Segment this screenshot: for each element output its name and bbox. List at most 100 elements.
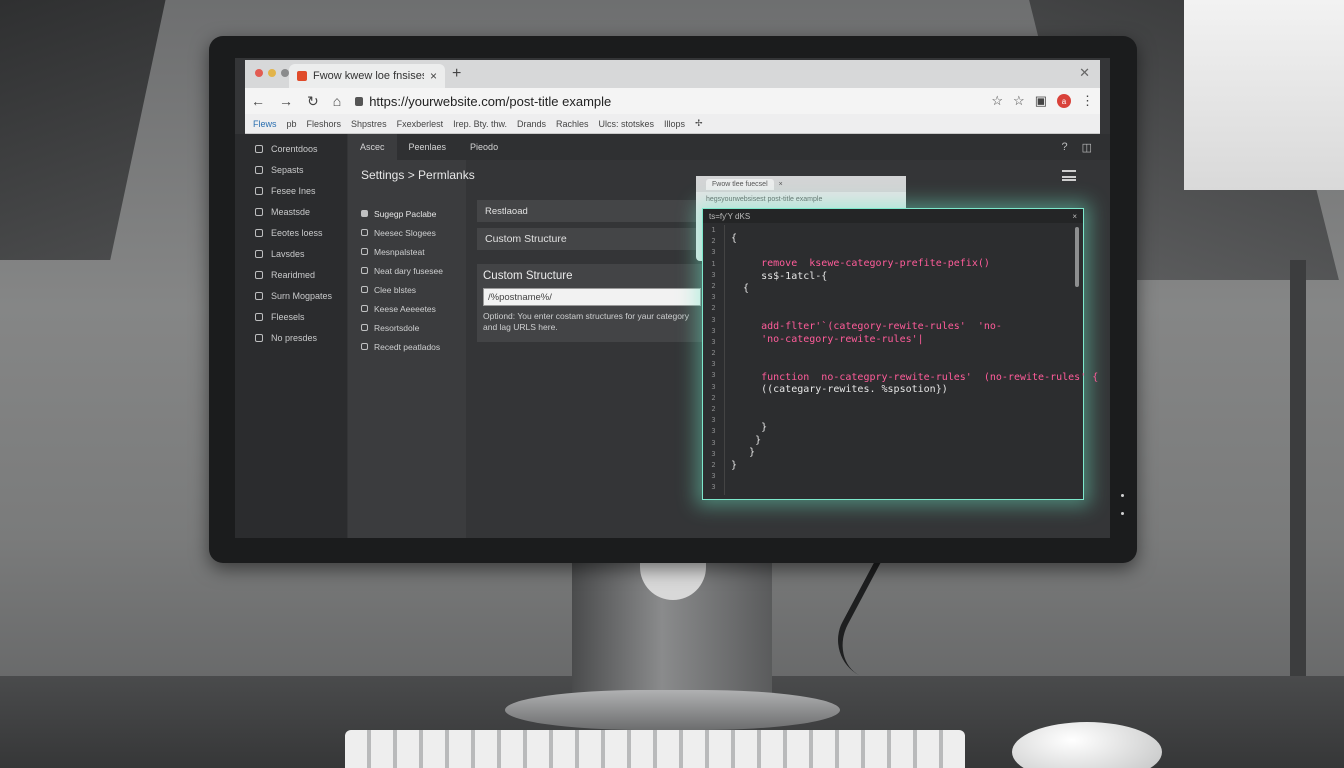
form-title: Custom Structure xyxy=(483,270,573,282)
bookmark-item[interactable]: Rachles xyxy=(556,119,589,129)
subnav-label: Recedt peatlados xyxy=(374,341,441,352)
line-number: 2 xyxy=(711,281,716,290)
browser-tab[interactable]: Fwow kwew loe fnsises × xyxy=(289,64,445,88)
sidebar-item[interactable]: Lavsdes xyxy=(235,243,347,264)
editor-scrollbar[interactable] xyxy=(1075,227,1079,287)
sidebar-item-label: Lavsdes xyxy=(271,248,305,259)
bookmark-item[interactable]: Flews xyxy=(253,119,277,129)
monitor-cable xyxy=(823,550,943,690)
line-number: 1 xyxy=(711,259,716,268)
page-title: Settings > Permlanks xyxy=(361,168,475,182)
subnav-icon xyxy=(361,286,368,293)
window-close-icon[interactable]: ✕ xyxy=(1079,65,1090,81)
bookmark-item[interactable]: ✢ xyxy=(695,118,703,129)
line-number: 2 xyxy=(711,393,716,402)
close-tab-icon[interactable]: × xyxy=(430,69,437,83)
subnav-item[interactable]: Neesec Slogees xyxy=(361,223,443,242)
profile-avatar[interactable]: a xyxy=(1057,94,1071,108)
subnav-label: Resortsdole xyxy=(374,322,420,333)
star-icon[interactable]: ☆ xyxy=(991,93,1003,109)
extension-star-icon[interactable]: ☆ xyxy=(1013,93,1025,109)
custom-structure-form: Custom Structure /%postname%/ Optiond: Y… xyxy=(477,264,707,342)
close-tab-icon[interactable]: × xyxy=(779,181,783,188)
back-arrow-icon[interactable]: ← xyxy=(251,93,265,110)
url-field[interactable]: https://yourwebsite.com/post-title examp… xyxy=(355,94,611,109)
sidebar-item[interactable]: No presdes xyxy=(235,327,347,348)
code-line: } xyxy=(731,459,738,471)
subnav-icon xyxy=(361,248,368,255)
line-number: 3 xyxy=(711,360,716,369)
maximize-window-dot[interactable] xyxy=(281,69,289,77)
custom-structure-strip[interactable]: Custom Structure xyxy=(477,228,707,250)
home-icon[interactable]: ⌂ xyxy=(333,93,341,110)
line-number: 2 xyxy=(711,460,716,469)
bookmark-item[interactable]: Ulcs: stotskes xyxy=(599,119,655,129)
bookmark-item[interactable]: Drands xyxy=(517,119,546,129)
help-icon[interactable]: ? xyxy=(1061,141,1067,154)
forward-arrow-icon[interactable]: → xyxy=(279,93,293,110)
subnav-item[interactable]: Clee blstes xyxy=(361,280,443,299)
sidebar-item[interactable]: Fesee Ines xyxy=(235,180,347,201)
close-editor-icon[interactable]: × xyxy=(1072,212,1077,221)
code-line: function no-categpry-rewite-rules' (no-r… xyxy=(731,371,1099,383)
topnav-tab[interactable]: Pieodo xyxy=(458,134,510,160)
subnav-label: Sugegp Paclabe xyxy=(374,208,437,219)
line-number: 2 xyxy=(711,237,716,246)
bookmark-item[interactable]: pb xyxy=(287,119,297,129)
sidebar-item[interactable]: Surn Mogpates xyxy=(235,285,347,306)
subnav-item[interactable]: Neat dary fusesee xyxy=(361,261,443,280)
subnav-label: Neesec Slogees xyxy=(374,227,436,238)
bookmark-item[interactable]: Irep. Bty. thw. xyxy=(453,119,507,129)
subnav-item[interactable]: Mesnpalsteat xyxy=(361,242,443,261)
topnav-tab[interactable]: Ascec xyxy=(348,134,397,160)
subnav-item[interactable]: Keese Aeeeetes xyxy=(361,299,443,318)
mini-tab-title[interactable]: Fwow tlee fuecsel xyxy=(706,178,774,190)
sidebar-item[interactable]: Rearidmed xyxy=(235,264,347,285)
code-content[interactable]: { remove ksewe-category-prefite-pefix() … xyxy=(731,233,1098,472)
sidebar-menu-icon xyxy=(255,333,263,342)
close-window-dot[interactable] xyxy=(255,69,263,77)
line-number: 3 xyxy=(711,248,716,257)
bookmark-item[interactable]: Illops xyxy=(664,119,685,129)
code-line: 'no-category-rewite-rules'| xyxy=(731,333,924,345)
extensions-icon[interactable]: ▣ xyxy=(1035,93,1047,109)
line-number: 3 xyxy=(711,438,716,447)
subnav-item[interactable]: Sugegp Paclabe xyxy=(361,204,443,223)
editor-title: ts=fy'Y dKS xyxy=(709,211,751,221)
subnav-label: Mesnpalsteat xyxy=(374,246,425,257)
sidebar-menu-icon xyxy=(255,249,263,258)
subnav-item[interactable]: Recedt peatlados xyxy=(361,337,443,356)
sidebar-item[interactable]: Meastsde xyxy=(235,201,347,222)
restore-strip[interactable]: Restlaoad xyxy=(477,200,707,222)
new-tab-button[interactable]: + xyxy=(452,65,461,83)
bookmarks-bar: Flews pb Fleshors Shpstres Fxexberlest Irep. … xyxy=(245,114,1100,134)
sidebar-menu-icon xyxy=(255,207,263,216)
reload-icon[interactable]: ↻ xyxy=(307,93,319,110)
custom-structure-input[interactable]: /%postname%/ xyxy=(483,288,701,306)
code-line: } xyxy=(731,447,756,459)
sidebar-item[interactable]: Sepasts xyxy=(235,159,347,180)
bookmark-item[interactable]: Shpstres xyxy=(351,119,387,129)
hamburger-menu-icon[interactable] xyxy=(1062,170,1076,181)
sidebar-menu-icon xyxy=(255,186,263,195)
notifications-icon[interactable]: ◫ xyxy=(1082,141,1092,154)
topnav-tab[interactable]: Peenlaes xyxy=(397,134,459,160)
sidebar-item[interactable]: Fleesels xyxy=(235,306,347,327)
menu-kebab-icon[interactable]: ⋮ xyxy=(1081,93,1094,109)
help-line: Optiond: You enter costam structures for… xyxy=(483,311,689,321)
tab-title: Fwow kwew loe fnsises xyxy=(313,70,424,82)
strip-label: Custom Structure xyxy=(485,233,567,245)
minimize-window-dot[interactable] xyxy=(268,69,276,77)
line-number: 3 xyxy=(711,449,716,458)
bookmark-item[interactable]: Fxexberlest xyxy=(397,119,444,129)
line-number: 3 xyxy=(711,472,716,481)
bookmark-item[interactable]: Fleshors xyxy=(307,119,342,129)
subnav-item[interactable]: Resortsdole xyxy=(361,318,443,337)
sidebar-item[interactable]: Corentdoos xyxy=(235,138,347,159)
line-number: 2 xyxy=(711,349,716,358)
mini-url-text[interactable]: hegsyourwebsisest post-title example xyxy=(706,196,822,203)
sidebar-item[interactable]: Eeotes loess xyxy=(235,222,347,243)
